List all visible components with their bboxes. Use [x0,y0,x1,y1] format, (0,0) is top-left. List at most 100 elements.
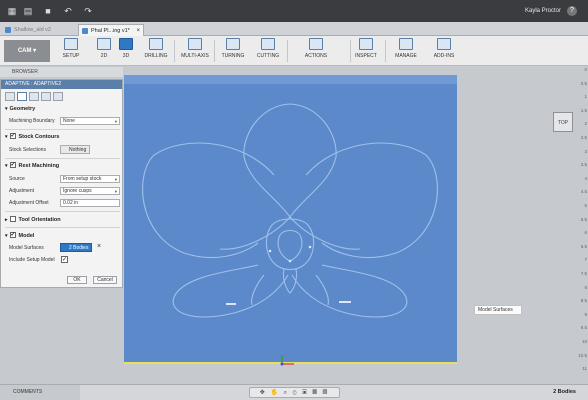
navigation-toolbar[interactable]: ✥ ✋ ⌕ ⊙ ▣ ▦ ▤ [249,387,340,398]
app-menu-icon[interactable]: ▦ [7,6,17,16]
ruler-tick: 7 [584,257,587,263]
divider [5,158,120,159]
ruler-tick: 10 [581,339,587,344]
cancel-button[interactable]: Cancel [93,276,117,284]
document-icon [5,27,11,33]
cutting-button[interactable]: CUTTING [255,38,281,64]
comments-panel[interactable]: COMMENTS [0,385,80,400]
save-icon[interactable]: ■ [43,6,53,16]
model-surfaces-button[interactable]: 2 Bodies [60,243,93,252]
include-setup-model-checkbox[interactable]: ✓ [61,256,68,263]
manage-icon [399,38,413,50]
multi-axis-button[interactable]: MULTI-AXIS [180,38,210,64]
undo-icon[interactable]: ↶ [63,6,73,16]
rest-machining-checkbox[interactable] [9,161,16,168]
tab-phal[interactable]: Phal Pl...ing v1* × [78,24,144,36]
orchid-model-outline[interactable] [124,75,457,363]
browser-header[interactable]: BROWSER [0,67,123,77]
ruler-tick: 5.5 [580,216,587,222]
model-surfaces-label: Model Surfaces [9,245,44,251]
title-bar: ▦ ▤ ■ ↶ ↷ Kayla Proctor ? [0,0,588,22]
separator [214,40,215,62]
divider [5,227,120,228]
tool-orientation-checkbox[interactable] [9,216,16,222]
stock-contours-checkbox[interactable] [9,132,16,139]
ruler-tick: 6.5 [580,243,587,249]
expand-icon: ▸ [5,217,8,223]
ruler-tick: 4.5 [580,189,587,195]
tab-linking[interactable] [53,92,63,101]
ok-button[interactable]: OK [67,276,87,284]
ruler-tick: 8 [584,284,587,290]
2d-button[interactable]: 2D [96,38,112,64]
file-icon[interactable]: ▤ [23,6,33,16]
adjustment-select[interactable]: Ignore cusps ▾ [60,187,120,195]
section-stock-contours[interactable]: ▾Stock Contours [5,132,59,140]
collapse-icon: ▾ [5,163,8,169]
inspect-button[interactable]: INSPECT [354,38,378,64]
clear-selection-icon[interactable]: × [97,243,101,250]
ruler-tick: 9 [584,311,587,317]
stock-selections-button[interactable]: Nothing [60,145,91,154]
axis-triad-icon [280,355,294,366]
user-name[interactable]: Kayla Proctor [525,8,561,14]
ruler-tick: 9.5 [580,325,587,331]
add-ins-button[interactable]: ADD-INS [432,38,456,64]
machining-boundary-label: Machining Boundary [9,118,55,124]
manage-button[interactable]: MANAGE [392,38,420,64]
ruler-tick: 11 [582,366,587,372]
turning-icon [226,38,240,50]
adjustment-offset-input[interactable]: 0.02 in [60,199,120,207]
separator [385,40,386,62]
section-model[interactable]: ▾Model [5,231,34,239]
ruler-tick: 5 [584,203,587,208]
tab-passes[interactable] [41,92,51,101]
source-select[interactable]: From setup stock ▾ [60,175,120,183]
3d-button[interactable]: 3D [118,38,134,64]
ruler-tick: 8.5 [580,298,587,304]
actions-icon [309,38,323,50]
ruler-tick: 1.5 [580,107,587,113]
separator [174,40,175,62]
ruler-tick: 2 [584,121,587,127]
add-ins-icon [437,38,451,50]
divider [5,211,120,212]
collapse-icon: ▾ [5,134,8,140]
selection-status: 2 Bodies [553,389,576,395]
redo-icon[interactable]: ↷ [83,6,93,16]
separator [350,40,351,62]
machining-boundary-select[interactable]: None ▾ [60,117,120,125]
section-rest-machining[interactable]: ▾Rest Machining [5,161,59,169]
document-tab-bar: Shallow_ald v2 Phal Pl...ing v1* × [0,22,588,36]
document-icon [82,28,88,34]
ruler-tick: 10.5 [578,352,587,358]
view-cube[interactable]: TOP [553,112,573,132]
collapse-icon: ▾ [5,106,8,112]
turning-button[interactable]: TURNING [220,38,246,64]
chevron-down-icon: ▾ [114,119,117,124]
tab-heights[interactable] [29,92,39,101]
tab-tool[interactable] [5,92,15,101]
section-tool-orientation[interactable]: ▸ Tool Orientation [5,216,61,223]
chevron-down-icon: ▾ [114,189,117,194]
ruler-tick: 4 [584,175,587,181]
divider [5,129,120,130]
bottom-bar: COMMENTS ✥ ✋ ⌕ ⊙ ▣ ▦ ▤ 2 Bodies [0,384,588,400]
workspace-switcher[interactable]: CAM ▾ [4,40,50,62]
actions-button[interactable]: ACTIONS [301,38,331,64]
setup-button[interactable]: SETUP [60,38,82,64]
drill-icon [149,38,163,50]
drilling-button[interactable]: DRILLING [143,38,169,64]
inspect-icon [359,38,373,50]
separator [287,40,288,62]
chevron-down-icon: ▾ [114,177,117,182]
multi-axis-icon [188,38,202,50]
section-geometry[interactable]: ▾ Geometry [5,106,35,112]
vertical-ruler: 0 0.5 1 1.5 2 2.5 3 3.5 4 4.5 5 5.5 6 6.5 7 7.5 8 8.5 9 9.5… [571,66,588,384]
help-icon[interactable]: ? [567,6,577,16]
panel-title: ADAPTIVE : ADAPTIVE2 [1,80,122,89]
tab-geometry[interactable] [17,92,27,101]
ruler-tick: 3.5 [580,162,587,168]
model-checkbox[interactable] [9,231,16,238]
tab-shallow[interactable]: Shallow_ald v2 [2,24,64,36]
